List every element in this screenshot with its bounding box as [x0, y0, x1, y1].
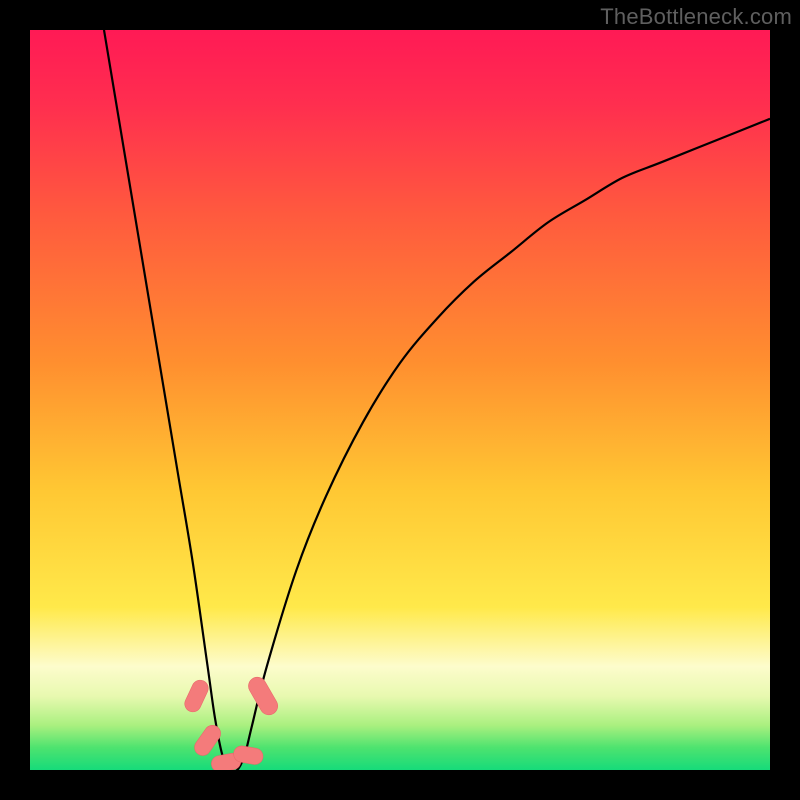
gradient-background [30, 30, 770, 770]
chart-svg [30, 30, 770, 770]
plot-area [30, 30, 770, 770]
watermark-text: TheBottleneck.com [600, 4, 792, 30]
chart-frame: TheBottleneck.com [0, 0, 800, 800]
